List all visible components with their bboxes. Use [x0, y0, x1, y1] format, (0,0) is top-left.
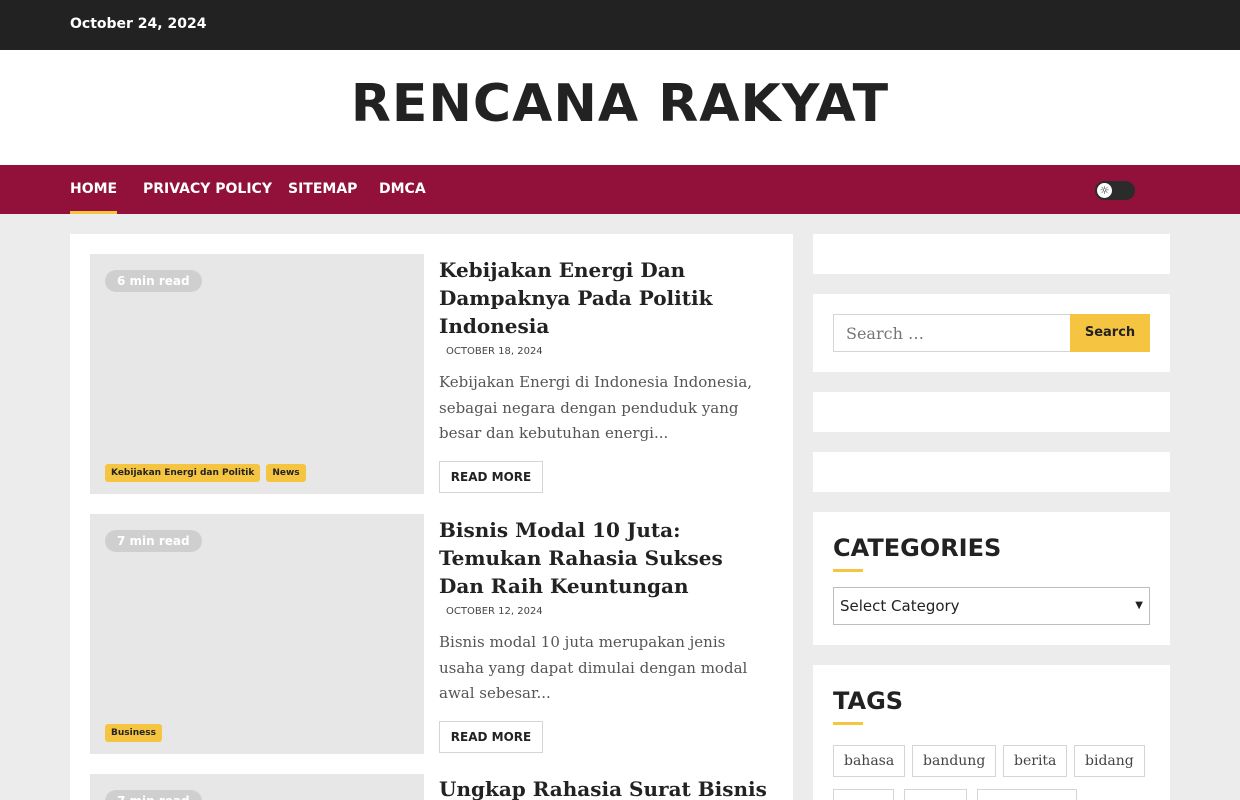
post-categories: Kebijakan Energi dan Politik News	[105, 460, 312, 482]
sun-icon: ☼	[1097, 183, 1112, 198]
post-thumbnail[interactable]: 6 min read Kebijakan Energi dan Politik N…	[90, 254, 424, 494]
empty-widget	[813, 452, 1170, 492]
tag-link[interactable]: bahasa	[833, 745, 906, 777]
search-button[interactable]: Search	[1070, 314, 1150, 352]
tag-link[interactable]: berita	[1003, 745, 1068, 777]
post-categories: Business	[105, 720, 168, 742]
categories-widget: CATEGORIES Select Category ▼	[813, 512, 1170, 645]
masthead: RENCANA RAKYAT	[0, 50, 1240, 165]
tags-heading: TAGS	[833, 687, 904, 715]
tag-link[interactable]	[904, 789, 967, 800]
read-more-button[interactable]: READ MORE	[439, 721, 543, 753]
nav-item-home[interactable]: HOME	[70, 181, 118, 214]
title-underline	[833, 569, 863, 572]
post-excerpt: Kebijakan Energi di Indonesia Indonesia,…	[439, 373, 753, 442]
read-more-button[interactable]: READ MORE	[439, 461, 543, 493]
category-tag[interactable]: News	[266, 464, 306, 482]
site-title[interactable]: RENCANA RAKYAT	[0, 74, 1240, 134]
post-card: 6 min read Kebijakan Energi dan Politik N…	[90, 254, 773, 494]
tags-widget: TAGS bahasa bandung berita bidang	[813, 665, 1170, 800]
nav-item-sitemap[interactable]: SITEMAP	[288, 181, 357, 214]
read-time-badge: 7 min read	[105, 790, 202, 800]
post-thumbnail[interactable]: 7 min read Business	[90, 514, 424, 754]
tag-link[interactable]	[833, 789, 894, 800]
categories-heading: CATEGORIES	[833, 534, 1002, 562]
widget-title: CATEGORIES	[833, 534, 1002, 572]
post-list: 6 min read Kebijakan Energi dan Politik N…	[70, 234, 793, 800]
search-input[interactable]	[833, 314, 1071, 352]
read-time-badge: 7 min read	[105, 530, 202, 552]
read-time-badge: 6 min read	[105, 270, 202, 292]
post-title[interactable]: Ungkap Rahasia Surat Bisnis	[439, 775, 769, 800]
title-underline	[833, 722, 863, 725]
post-thumbnail[interactable]: 7 min read	[90, 774, 424, 800]
post-date[interactable]: OCTOBER 12, 2024	[446, 606, 543, 617]
current-date: October 24, 2024	[70, 16, 207, 32]
post-date[interactable]: OCTOBER 18, 2024	[446, 346, 543, 357]
nav-item-dmca[interactable]: DMCA	[379, 181, 426, 214]
tag-link[interactable]: bidang	[1074, 745, 1145, 777]
category-tag[interactable]: Kebijakan Energi dan Politik	[105, 464, 261, 482]
nav-item-privacy-policy[interactable]: PRIVACY POLICY	[143, 181, 272, 214]
category-tag[interactable]: Business	[105, 724, 162, 742]
tag-link[interactable]: bandung	[912, 745, 997, 777]
post-card: 7 min read Ungkap Rahasia Surat Bisnis	[90, 774, 773, 800]
top-bar: October 24, 2024	[0, 0, 1240, 50]
empty-widget	[813, 234, 1170, 274]
post-title[interactable]: Kebijakan Energi Dan Dampaknya Pada Poli…	[439, 256, 769, 340]
post-excerpt: Bisnis modal 10 juta merupakan jenis usa…	[439, 633, 748, 702]
search-widget: Search	[813, 294, 1170, 372]
tag-link[interactable]	[977, 789, 1077, 800]
chevron-down-icon: ▼	[1135, 600, 1143, 611]
post-title[interactable]: Bisnis Modal 10 Juta: Temukan Rahasia Su…	[439, 516, 769, 600]
category-select-value: Select Category	[840, 597, 960, 615]
category-select[interactable]: Select Category ▼	[833, 587, 1150, 625]
dark-mode-toggle[interactable]: ☼	[1095, 181, 1135, 200]
empty-widget	[813, 392, 1170, 432]
widget-title: TAGS	[833, 687, 904, 725]
main-navigation: HOME PRIVACY POLICY SITEMAP DMCA	[0, 165, 1240, 214]
post-card: 7 min read Business Bisnis Modal 10 Juta…	[90, 514, 773, 754]
